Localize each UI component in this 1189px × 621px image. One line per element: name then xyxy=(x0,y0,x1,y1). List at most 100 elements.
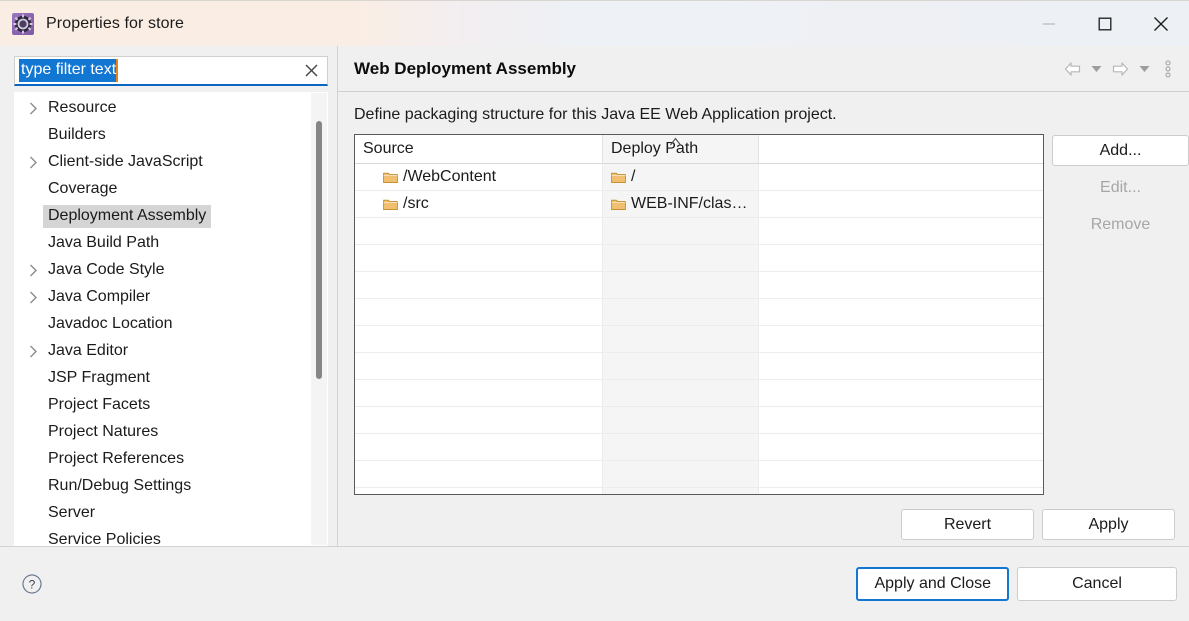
table-row-empty[interactable] xyxy=(355,218,1043,245)
cell-spacer xyxy=(759,272,1043,298)
properties-dialog: Properties for store type filter text Re… xyxy=(0,0,1189,621)
cell-deploy-path xyxy=(603,461,759,487)
sidebar-item-java-code-style[interactable]: Java Code Style xyxy=(15,257,311,284)
table-row-empty[interactable] xyxy=(355,461,1043,488)
footer-buttons: Apply and Close Cancel xyxy=(856,567,1177,601)
cell-source-label: /WebContent xyxy=(403,168,497,185)
sidebar-item-java-editor[interactable]: Java Editor xyxy=(15,338,311,365)
deployment-assembly-table[interactable]: Source Deploy Path /WebContent / /src WEB-I… xyxy=(354,134,1044,495)
folder-icon xyxy=(611,171,626,184)
table-row-empty[interactable] xyxy=(355,488,1043,494)
table-row-empty[interactable] xyxy=(355,299,1043,326)
cell-spacer xyxy=(759,353,1043,379)
cell-deploy-path-label: WEB-INF/clas… xyxy=(631,195,748,212)
tree-scrollbar[interactable] xyxy=(311,92,327,546)
sidebar-item-project-natures[interactable]: Project Natures xyxy=(15,419,311,446)
revert-button[interactable]: Revert xyxy=(901,509,1034,540)
cell-source xyxy=(355,461,603,487)
back-arrow-icon[interactable] xyxy=(1061,54,1083,84)
minimize-icon[interactable] xyxy=(1021,1,1077,47)
help-icon[interactable]: ? xyxy=(20,572,44,596)
tree-scrollbar-thumb[interactable] xyxy=(316,120,322,379)
forward-history-chevron-down-icon[interactable] xyxy=(1133,54,1155,84)
cell-deploy-path xyxy=(603,245,759,271)
vertical-dots-icon[interactable] xyxy=(1157,54,1179,84)
chevron-right-icon xyxy=(23,156,43,169)
cell-spacer xyxy=(759,164,1043,190)
cell-source xyxy=(355,218,603,244)
table-row-empty[interactable] xyxy=(355,326,1043,353)
sidebar-item-label: JSP Fragment xyxy=(48,368,150,386)
folder-icon xyxy=(383,198,398,211)
dialog-body: type filter text Resource Builders Client-… xyxy=(0,46,1189,547)
settings-tree: Resource Builders Client-side JavaScript Co… xyxy=(14,91,328,547)
sidebar-item-project-references[interactable]: Project References xyxy=(15,446,311,473)
column-header-spacer xyxy=(759,135,1043,163)
table-row-empty[interactable] xyxy=(355,353,1043,380)
apply-button[interactable]: Apply xyxy=(1042,509,1175,540)
sidebar-item-label: Javadoc Location xyxy=(48,314,173,332)
remove-button: Remove xyxy=(1052,209,1189,240)
chevron-right-icon xyxy=(23,264,43,277)
close-icon[interactable] xyxy=(1133,1,1189,47)
cell-spacer xyxy=(759,191,1043,217)
sidebar-item-java-build-path[interactable]: Java Build Path xyxy=(15,230,311,257)
table-body: /WebContent / /src WEB-INF/clas… xyxy=(355,164,1043,494)
cell-source-label: /src xyxy=(403,195,429,212)
table-row-empty[interactable] xyxy=(355,245,1043,272)
filter-input[interactable]: type filter text xyxy=(19,58,119,82)
table-row[interactable]: /WebContent / xyxy=(355,164,1043,191)
sidebar-item-run-debug-settings[interactable]: Run/Debug Settings xyxy=(15,473,311,500)
sidebar-item-client-side-javascript[interactable]: Client-side JavaScript xyxy=(15,149,311,176)
cell-source: /WebContent xyxy=(355,164,603,190)
forward-arrow-icon[interactable] xyxy=(1109,54,1131,84)
sidebar-item-deployment-assembly[interactable]: Deployment Assembly xyxy=(15,203,311,230)
sidebar-item-label: Java Editor xyxy=(48,341,129,359)
table-row-empty[interactable] xyxy=(355,407,1043,434)
cell-spacer xyxy=(759,326,1043,352)
folder-icon xyxy=(611,198,626,211)
sidebar-item-coverage[interactable]: Coverage xyxy=(15,176,311,203)
sidebar-item-label: Project Natures xyxy=(48,422,159,440)
filter-field[interactable]: type filter text xyxy=(14,56,328,86)
cell-source xyxy=(355,245,603,271)
table-row-empty[interactable] xyxy=(355,434,1043,461)
chevron-right-icon xyxy=(23,291,43,304)
edit-button: Edit... xyxy=(1052,172,1189,203)
column-header-source-label: Source xyxy=(363,140,414,157)
cell-spacer xyxy=(759,434,1043,460)
cell-source: /src xyxy=(355,191,603,217)
cancel-button[interactable]: Cancel xyxy=(1017,567,1177,601)
back-history-chevron-down-icon[interactable] xyxy=(1085,54,1107,84)
sidebar-item-java-compiler[interactable]: Java Compiler xyxy=(15,284,311,311)
clear-icon[interactable] xyxy=(302,61,320,79)
sidebar-item-javadoc-location[interactable]: Javadoc Location xyxy=(15,311,311,338)
sidebar-item-resource[interactable]: Resource xyxy=(15,95,311,122)
cell-deploy-path xyxy=(603,218,759,244)
sidebar-item-server[interactable]: Server xyxy=(15,500,311,527)
apply-and-close-button[interactable]: Apply and Close xyxy=(856,567,1009,601)
cell-source xyxy=(355,380,603,406)
sidebar-item-builders[interactable]: Builders xyxy=(15,122,311,149)
table-row-empty[interactable] xyxy=(355,380,1043,407)
cell-deploy-path xyxy=(603,326,759,352)
sidebar-item-jsp-fragment[interactable]: JSP Fragment xyxy=(15,365,311,392)
table-row-empty[interactable] xyxy=(355,272,1043,299)
cell-deploy-path xyxy=(603,353,759,379)
sidebar-item-label: Server xyxy=(48,503,96,521)
sidebar-item-project-facets[interactable]: Project Facets xyxy=(15,392,311,419)
page-title: Web Deployment Assembly xyxy=(354,58,577,78)
table-action-buttons: Add... Edit... Remove xyxy=(1052,134,1189,240)
sidebar-item-label: Java Build Path xyxy=(48,233,160,251)
column-header-deploy-path[interactable]: Deploy Path xyxy=(603,135,759,163)
table-header-row: Source Deploy Path xyxy=(355,135,1043,164)
column-header-source[interactable]: Source xyxy=(355,135,603,163)
table-row[interactable]: /src WEB-INF/clas… xyxy=(355,191,1043,218)
cell-spacer xyxy=(759,218,1043,244)
maximize-icon[interactable] xyxy=(1077,1,1133,47)
cell-source xyxy=(355,326,603,352)
add-button[interactable]: Add... xyxy=(1052,135,1189,166)
cell-source xyxy=(355,299,603,325)
sidebar-item-service-policies[interactable]: Service Policies xyxy=(15,527,311,546)
cell-source xyxy=(355,353,603,379)
